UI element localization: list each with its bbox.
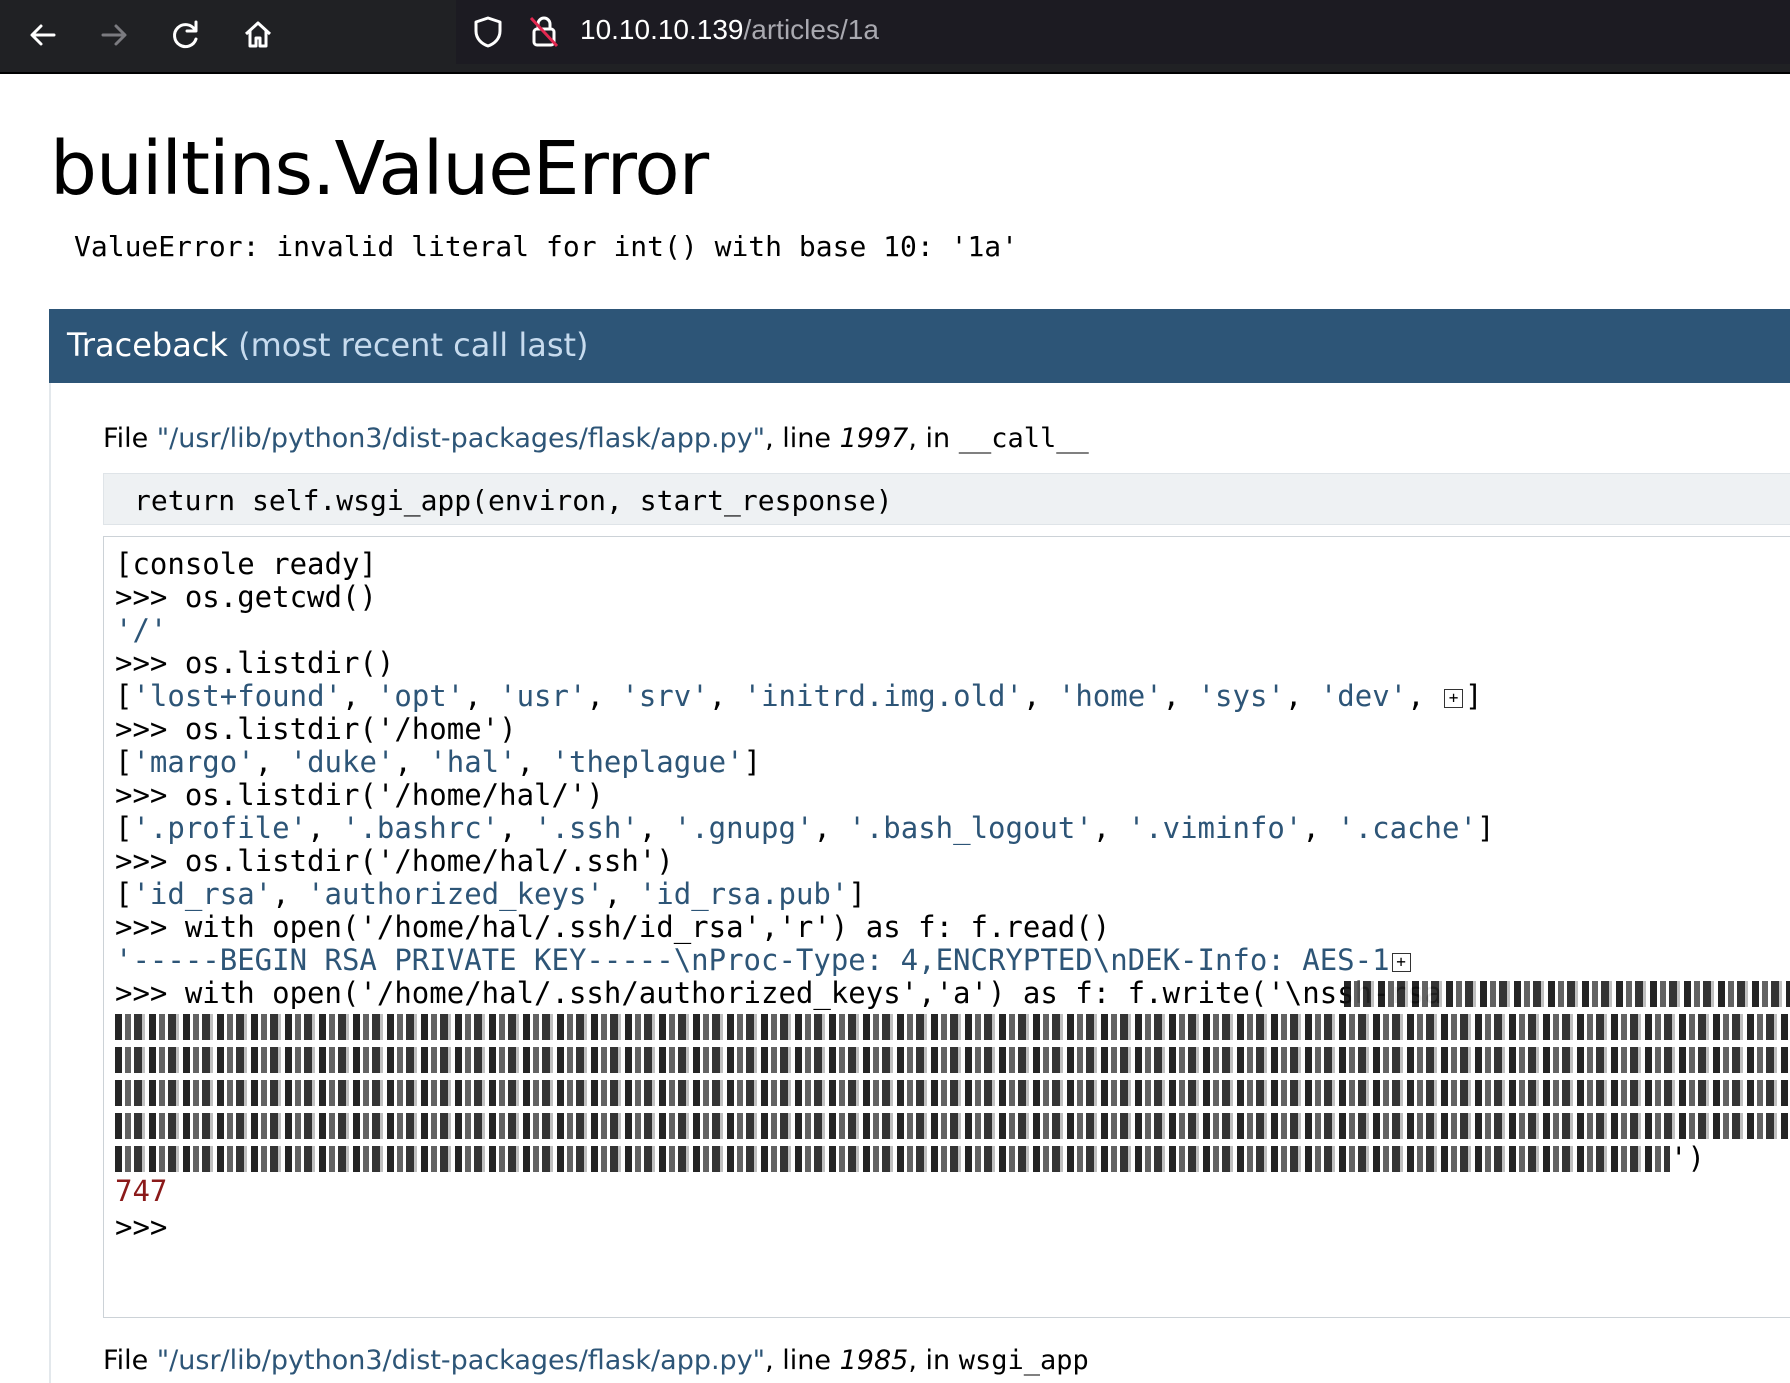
console-ready: [console ready]: [115, 547, 377, 581]
traceback-title: Traceback: [67, 326, 228, 364]
redacted-key-segment: [115, 1047, 1790, 1073]
list-item: 'id_rsa.pub': [638, 877, 849, 911]
console-command: >>> os.getcwd(): [115, 580, 377, 614]
home-icon: [244, 21, 272, 48]
back-button[interactable]: [19, 12, 67, 58]
list-item: 'srv': [621, 679, 709, 713]
list-item: 'opt': [376, 679, 465, 713]
console-command: >>> os.listdir('/home/hal/.ssh'): [115, 844, 674, 878]
console-command: >>> os.listdir('/home/hal/'): [115, 778, 604, 812]
frame-prefix: File: [103, 1345, 157, 1376]
redacted-key-segment: [115, 1146, 1670, 1172]
traceback-subtitle: (most recent call last): [238, 326, 589, 364]
frame-header: File "/usr/lib/python3/dist-packages/fla…: [103, 423, 1089, 454]
interactive-console[interactable]: [console ready] >>> os.getcwd() '/' >>> …: [103, 536, 1790, 1318]
url-path: /articles/1a: [743, 14, 879, 45]
frame-file-path[interactable]: "/usr/lib/python3/dist-packages/flask/ap…: [157, 423, 765, 454]
error-title: builtins.ValueError: [50, 126, 709, 212]
list-item: '.bashrc': [342, 811, 500, 845]
authorized-keys-command: >>> with open('/home/hal/.ssh/authorized…: [115, 976, 1442, 1010]
reload-button[interactable]: [162, 12, 210, 58]
frame-line-number: 1997: [839, 423, 909, 454]
redacted-key-segment: [115, 1113, 1790, 1139]
console-command: >>> with open('/home/hal/.ssh/id_rsa','r…: [115, 910, 1111, 944]
console-command: >>> os.listdir('/home'): [115, 712, 517, 746]
console-command: >>> os.listdir(): [115, 646, 395, 680]
home-button[interactable]: [234, 12, 282, 58]
console-output-list: ['margo', 'duke', 'hal', 'theplague']: [115, 745, 762, 779]
list-item: '.ssh': [534, 811, 639, 845]
list-item: 'initrd.img.old': [743, 679, 1023, 713]
frame-header: File "/usr/lib/python3/dist-packages/fla…: [103, 1345, 1089, 1376]
console-output-list: ['.profile', '.bashrc', '.ssh', '.gnupg'…: [115, 811, 1495, 845]
werkzeug-debugger-page: builtins.ValueError ValueError: invalid …: [0, 74, 1790, 1383]
forward-button[interactable]: [90, 12, 138, 58]
frame-file-path[interactable]: "/usr/lib/python3/dist-packages/flask/ap…: [157, 1345, 765, 1376]
list-item: 'id_rsa': [132, 877, 273, 911]
frame-line-label: , line: [765, 1345, 840, 1376]
arrow-left-icon: [30, 24, 56, 46]
console-output: 747: [115, 1174, 168, 1208]
list-item: 'home': [1057, 679, 1163, 713]
list-item: 'duke': [289, 745, 395, 779]
list-item: '.cache': [1337, 811, 1477, 845]
list-item: 'hal': [429, 745, 517, 779]
list-item: 'margo': [132, 745, 255, 779]
expand-icon[interactable]: +: [1391, 952, 1411, 972]
list-item: 'lost+found': [132, 679, 342, 713]
expand-icon[interactable]: +: [1444, 688, 1464, 708]
console-output-list: ['id_rsa', 'authorized_keys', 'id_rsa.pu…: [115, 877, 866, 911]
list-item: '.bash_logout': [848, 811, 1093, 845]
console-output: '/': [115, 613, 168, 647]
url-host: 10.10.10.139: [580, 14, 744, 45]
traceback-body: File "/usr/lib/python3/dist-packages/fla…: [49, 383, 1790, 1383]
list-item: '.profile': [132, 811, 308, 845]
console-prompt[interactable]: >>>: [115, 1209, 167, 1245]
reload-icon: [173, 20, 198, 49]
source-code: return self.wsgi_app(environ, start_resp…: [134, 484, 893, 517]
list-item: 'dev': [1319, 679, 1408, 713]
list-item: '.viminfo': [1127, 811, 1303, 845]
redacted-key-segment: [1344, 981, 1790, 1007]
redacted-key-segment: [115, 1080, 1790, 1106]
console-output-list: ['lost+found', 'opt', 'usr', 'srv', 'ini…: [115, 679, 1483, 713]
frame-in-label: , in: [908, 1345, 959, 1376]
list-item: 'usr': [499, 679, 587, 713]
frame-in-label: , in: [908, 423, 959, 454]
console-output: '-----BEGIN RSA PRIVATE KEY-----\nProc-T…: [115, 942, 1413, 978]
traceback-header[interactable]: Traceback (most recent call last): [49, 309, 1790, 383]
list-item: 'theplague': [551, 745, 744, 779]
list-item: 'authorized_keys': [307, 877, 604, 911]
command-tail: '): [1670, 1141, 1705, 1175]
browser-toolbar: 10.10.10.139/articles/1a: [0, 0, 1790, 74]
frame-prefix: File: [103, 423, 157, 454]
list-item: 'sys': [1197, 679, 1285, 713]
frame-function: wsgi_app: [958, 1345, 1089, 1376]
list-item: '.gnupg': [673, 811, 814, 845]
console-command: >>> with open('/home/hal/.ssh/authorized…: [115, 975, 1442, 1011]
url-text[interactable]: 10.10.10.139/articles/1a: [580, 14, 879, 46]
source-line[interactable]: return self.wsgi_app(environ, start_resp…: [103, 473, 1790, 525]
insecure-lock-icon[interactable]: [526, 14, 562, 50]
frame-line-label: , line: [765, 423, 840, 454]
arrow-right-icon: [101, 24, 127, 46]
frame-function: __call__: [958, 423, 1089, 454]
redacted-key-segment: [115, 1014, 1790, 1040]
error-message: ValueError: invalid literal for int() wi…: [74, 230, 1019, 263]
shield-icon[interactable]: [470, 14, 506, 50]
private-key-output: '-----BEGIN RSA PRIVATE KEY-----\nProc-T…: [115, 943, 1390, 977]
frame-line-number: 1985: [839, 1345, 909, 1376]
